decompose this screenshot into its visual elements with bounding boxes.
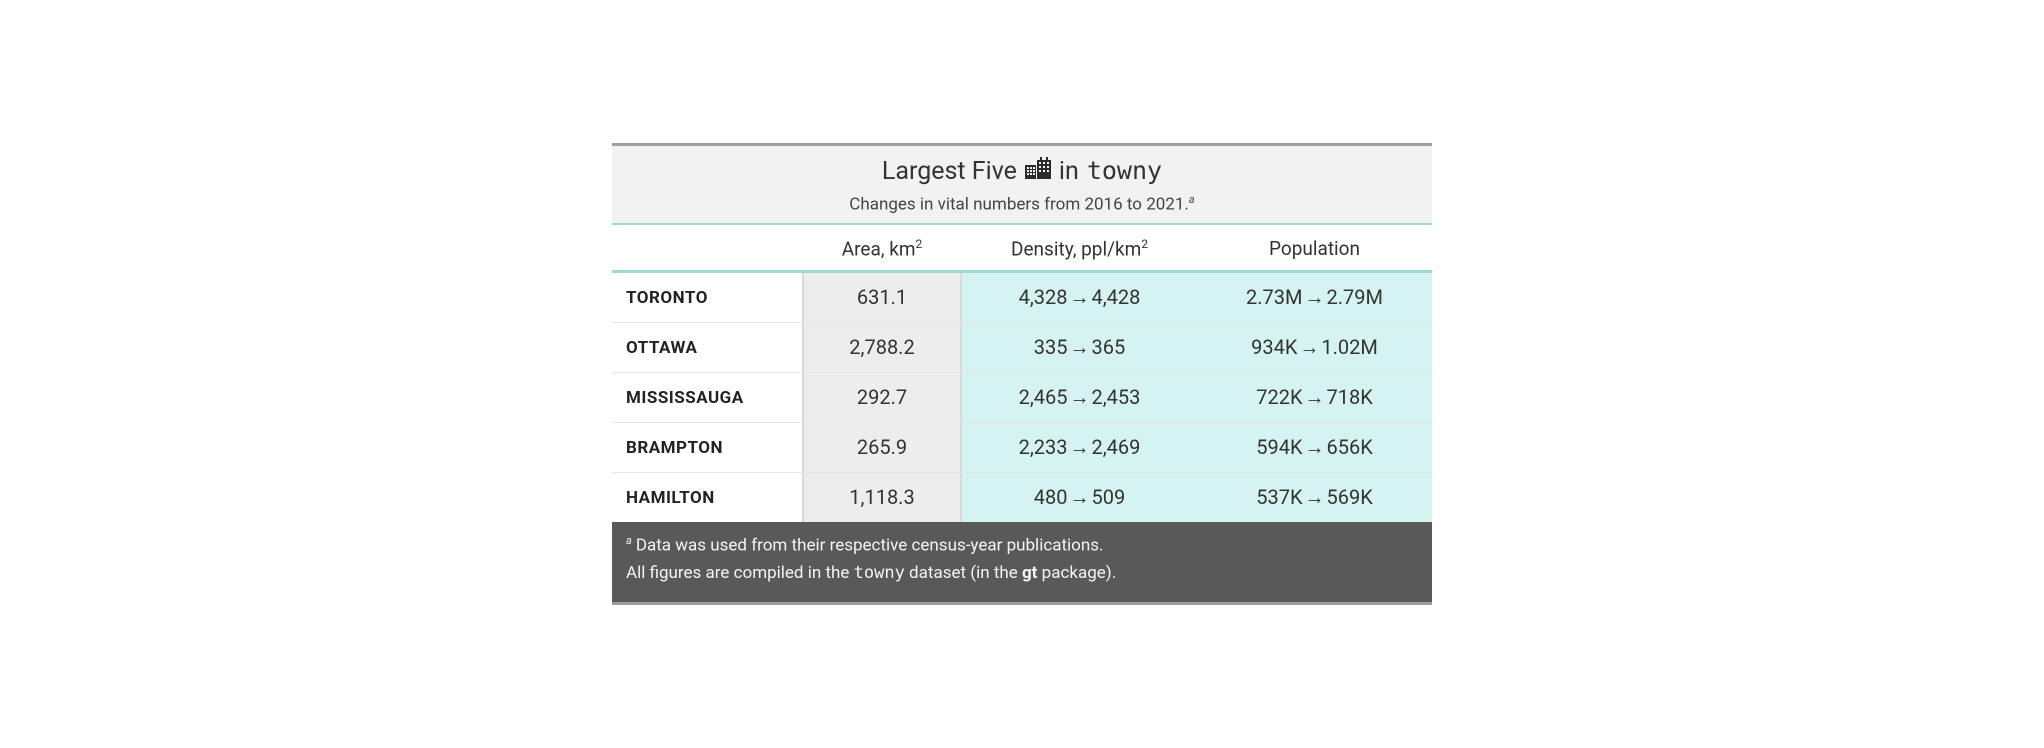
cell-population: 537K → 569K [1197,473,1432,522]
arrow-icon: → [1305,435,1325,460]
table-footer: a Data was used from their respective cen… [612,522,1432,601]
title-text-mono: towny [1087,156,1162,186]
cell-density: 335 → 365 [962,323,1197,372]
cell-area: 1,118.3 [802,473,962,522]
table-title: Largest Five [882,156,1162,187]
arrow-icon: → [1070,385,1090,410]
row-stub: BRAMPTON [612,423,802,472]
arrow-icon: → [1305,485,1325,510]
table-row: BRAMPTON265.92,233 → 2,469594K → 656K [612,422,1432,472]
data-table: Largest Five [612,143,1432,604]
cell-population: 722K → 718K [1197,373,1432,422]
col-head-density: Density, ppl/km2 [962,225,1197,270]
title-text-in: in [1059,157,1079,187]
subtitle-footnote-mark: a [1189,193,1195,206]
table-row: MISSISSAUGA292.72,465 → 2,453722K → 718K [612,372,1432,422]
cell-density: 4,328 → 4,428 [962,273,1197,322]
subtitle-text: Changes in vital numbers from 2016 to 20… [849,195,1189,215]
cell-population: 934K → 1.02M [1197,323,1432,372]
row-stub: TORONTO [612,273,802,322]
arrow-icon: → [1305,385,1325,410]
table-body: TORONTO631.14,328 → 4,4282.73M → 2.79MOT… [612,273,1432,522]
row-stub: OTTAWA [612,323,802,372]
cell-area: 631.1 [802,273,962,322]
footnote-line: a Data was used from their respective cen… [626,532,1418,560]
arrow-icon: → [1070,485,1090,510]
cell-density: 2,233 → 2,469 [962,423,1197,472]
cell-population: 2.73M → 2.79M [1197,273,1432,322]
cell-area: 265.9 [802,423,962,472]
arrow-icon: → [1070,285,1090,310]
row-stub: MISSISSAUGA [612,373,802,422]
col-head-area: Area, km2 [802,225,962,270]
arrow-icon: → [1305,285,1325,310]
table-header: Largest Five [612,146,1432,225]
table-row: OTTAWA2,788.2335 → 365934K → 1.02M [612,322,1432,372]
table-row: HAMILTON1,118.3480 → 509537K → 569K [612,472,1432,522]
table-row: TORONTO631.14,328 → 4,4282.73M → 2.79M [612,273,1432,322]
source-note-line: All figures are compiled in the towny da… [626,560,1418,587]
cell-area: 2,788.2 [802,323,962,372]
cell-population: 594K → 656K [1197,423,1432,472]
city-icon [1025,157,1051,187]
arrow-icon: → [1070,435,1090,460]
title-text-pre: Largest Five [882,157,1017,187]
row-stub: HAMILTON [612,473,802,522]
col-head-population: Population [1197,225,1432,270]
footnote-mark: a [626,534,632,547]
table-subtitle: Changes in vital numbers from 2016 to 20… [630,193,1414,215]
col-head-stub [612,225,802,270]
cell-density: 480 → 509 [962,473,1197,522]
arrow-icon: → [1299,335,1319,360]
cell-area: 292.7 [802,373,962,422]
cell-density: 2,465 → 2,453 [962,373,1197,422]
arrow-icon: → [1070,335,1090,360]
footnote-text: Data was used from their respective cens… [636,536,1104,556]
column-header-row: Area, km2 Density, ppl/km2 Population [612,225,1432,273]
